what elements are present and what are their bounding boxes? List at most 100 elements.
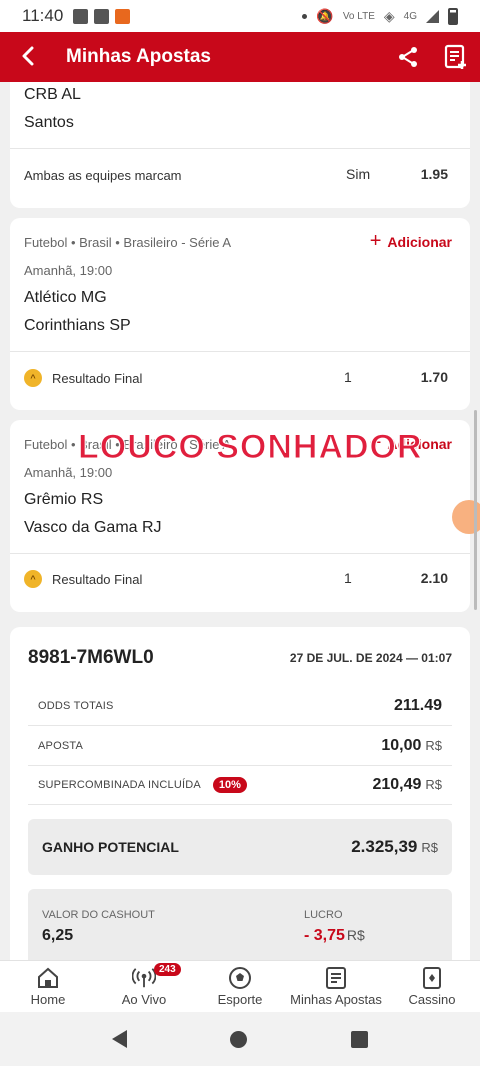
currency: R$ [425,738,442,753]
odds-value: 1.95 [420,166,448,182]
team-away: Corinthians SP [24,317,131,334]
profit-amount: - 3,75 [304,927,345,944]
bet-card: Futebol • Brasil • Brasileiro - Série A … [10,218,470,410]
nav-home[interactable]: Home [0,961,96,1012]
app-bar: Minhas Apostas [0,32,480,82]
shield-icon: ^ [24,369,42,387]
total-odds-label: ODDS TOTAIS [38,699,114,712]
nav-label: Esporte [217,992,263,1007]
back-button[interactable] [0,42,56,73]
potential-gain-box: GANHO POTENCIAL 2.325,39 R$ [28,819,452,875]
divider [10,351,470,352]
odds-value: 1.70 [420,369,448,385]
nav-label: Home [30,992,66,1007]
share-icon [399,47,417,67]
team-away: Santos [24,114,74,131]
currency: R$ [425,777,442,792]
team-home: Grêmio RS [24,491,104,508]
add-button[interactable]: + Adicionar [370,230,452,253]
potential-gain-value: 2.325,39 [351,837,418,856]
watermark-text: LOUCO SONHADOR [78,428,423,467]
total-odds-row: ODDS TOTAIS 211.49 [28,686,452,726]
bet-slip-icon [324,966,348,990]
potential-gain-label: GANHO POTENCIAL [42,839,179,855]
currency: R$ [421,839,438,855]
event-time: Amanhã, 19:00 [24,263,113,278]
home-icon [36,966,60,990]
selection: 1 [344,570,352,586]
stake-value: 10,00 [381,736,422,754]
signal-icon [426,9,439,23]
add-label: Adicionar [387,233,452,250]
team-away: Vasco da Gama RJ [24,519,162,536]
bet-details-content[interactable]: CRB AL Santos Ambas as equipes marcam Si… [0,82,480,960]
nav-label: Minhas Apostas [290,992,382,1007]
profit-value: - 3,75 R$ [304,927,365,945]
bet-code: 8981-7M6WL0 [28,647,154,668]
status-bar: 11:40 🔕 Vo LTE ◈ 4G [0,0,480,32]
add-slip-icon [444,44,466,69]
boost-row: SUPERCOMBINADA INCLUÍDA 10% 210,49 R$ [28,765,452,805]
shield-icon: ^ [24,570,42,588]
system-back-icon[interactable] [111,1030,127,1048]
market-name: Ambas as equipes marcam [24,168,182,183]
system-nav-bar [0,1012,480,1066]
boost-value: 210,49 [372,775,422,793]
system-recents-icon[interactable] [351,1030,369,1048]
signal-label: 4G [403,10,417,22]
system-home-icon[interactable] [230,1030,248,1048]
cashout-label: VALOR DO CASHOUT [42,909,155,921]
team-home: CRB AL [24,86,81,103]
total-odds-value: 211.49 [393,696,442,714]
plus-icon: + [369,230,382,252]
mute-icon: 🔕 [316,7,334,24]
puzzle-icon [94,8,110,24]
boost-label: SUPERCOMBINADA INCLUÍDA [38,778,201,791]
soccer-ball-icon [228,966,252,990]
live-icon [132,966,156,990]
nav-label: Cassino [408,992,456,1007]
bottom-nav: Home 243 Ao Vivo Esporte Minhas Apostas … [0,960,480,1012]
battery-icon [448,7,458,25]
market-name: Resultado Final [52,370,143,386]
event-time: Amanhã, 19:00 [24,465,113,480]
market-row: ^ Resultado Final [24,570,142,588]
odds-value: 2.10 [420,570,448,586]
notification-icon [73,8,89,24]
page-title: Minhas Apostas [66,46,211,67]
scrollbar[interactable] [474,410,477,610]
event-meta: Futebol • Brasil • Brasileiro - Série A [24,235,232,250]
share-button[interactable] [384,45,432,69]
nav-casino[interactable]: Cassino [384,961,480,1012]
stake-row: APOSTA 10,00 R$ [28,726,452,766]
bet-summary-card: 8981-7M6WL0 27 DE JUL. DE 2024 — 01:07 O… [10,627,470,960]
bet-date: 27 DE JUL. DE 2024 — 01:07 [289,651,452,665]
add-to-slip-button[interactable] [432,44,480,70]
nav-my-bets[interactable]: Minhas Apostas [288,961,384,1012]
bet-card: CRB AL Santos Ambas as equipes marcam Si… [10,82,470,208]
divider [10,553,470,554]
cashout-value: 6,25 [42,927,74,944]
boost-badge: 10% [212,776,247,793]
market-row: Ambas as equipes marcam [24,168,182,183]
live-count-badge: 243 [154,963,181,976]
selection: 1 [344,369,352,385]
cashout-box: VALOR DO CASHOUT 6,25 LUCRO - 3,75 R$ [28,889,452,960]
selection: Sim [346,166,371,182]
cards-icon [420,966,444,990]
video-icon [115,8,131,24]
wifi-icon: ◈ [383,7,395,24]
divider [10,148,470,149]
nav-label: Ao Vivo [121,992,167,1007]
market-name: Resultado Final [52,571,143,587]
currency: R$ [346,927,365,943]
profit-label: LUCRO [304,909,343,921]
status-icons: 🔕 Vo LTE ◈ 4G [302,7,458,25]
nav-live[interactable]: 243 Ao Vivo [96,961,192,1012]
stake-label: APOSTA [38,739,84,752]
market-row: ^ Resultado Final [24,369,142,387]
team-home: Atlético MG [24,289,107,306]
dot-icon [302,13,308,19]
status-time: 11:40 [22,6,64,25]
nav-sport[interactable]: Esporte [192,961,288,1012]
